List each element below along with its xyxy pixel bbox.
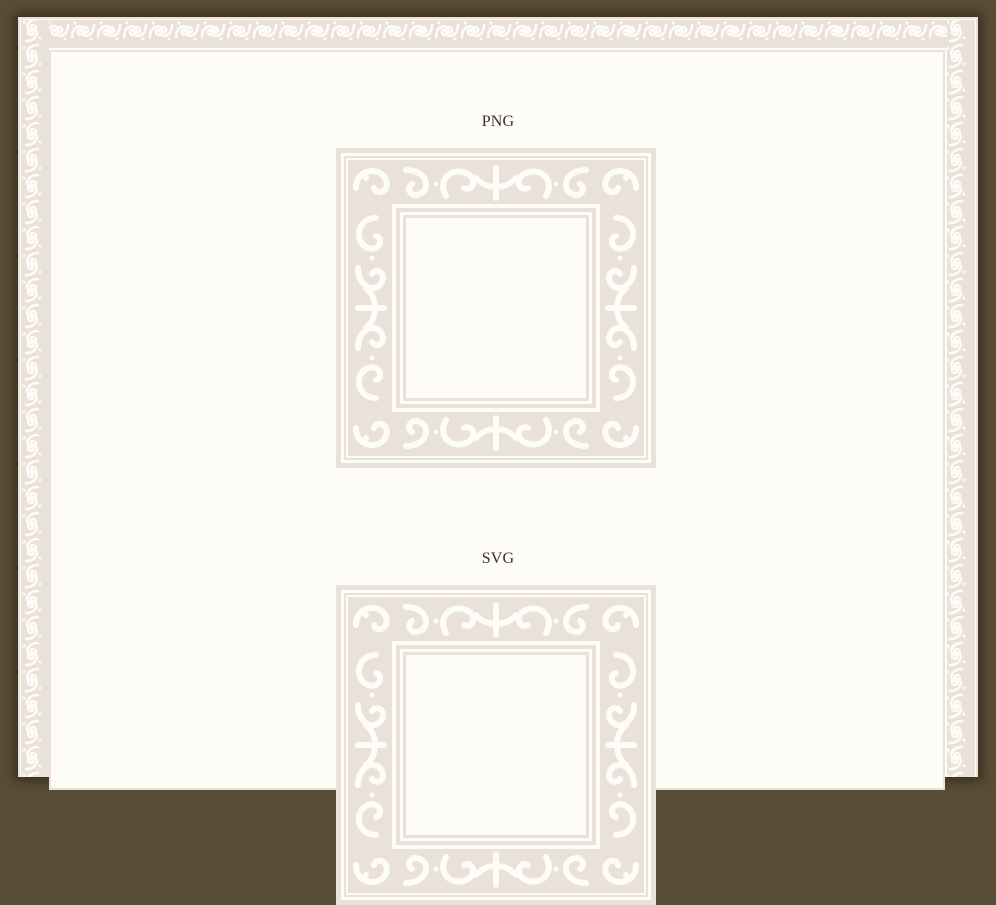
section-label-png: PNG [481, 113, 515, 130]
svg-ornament-frame [336, 585, 656, 905]
png-ornament-frame [336, 148, 656, 468]
section-label-svg: SVG [481, 550, 515, 567]
page-sheet: PNG SVG [18, 17, 978, 777]
